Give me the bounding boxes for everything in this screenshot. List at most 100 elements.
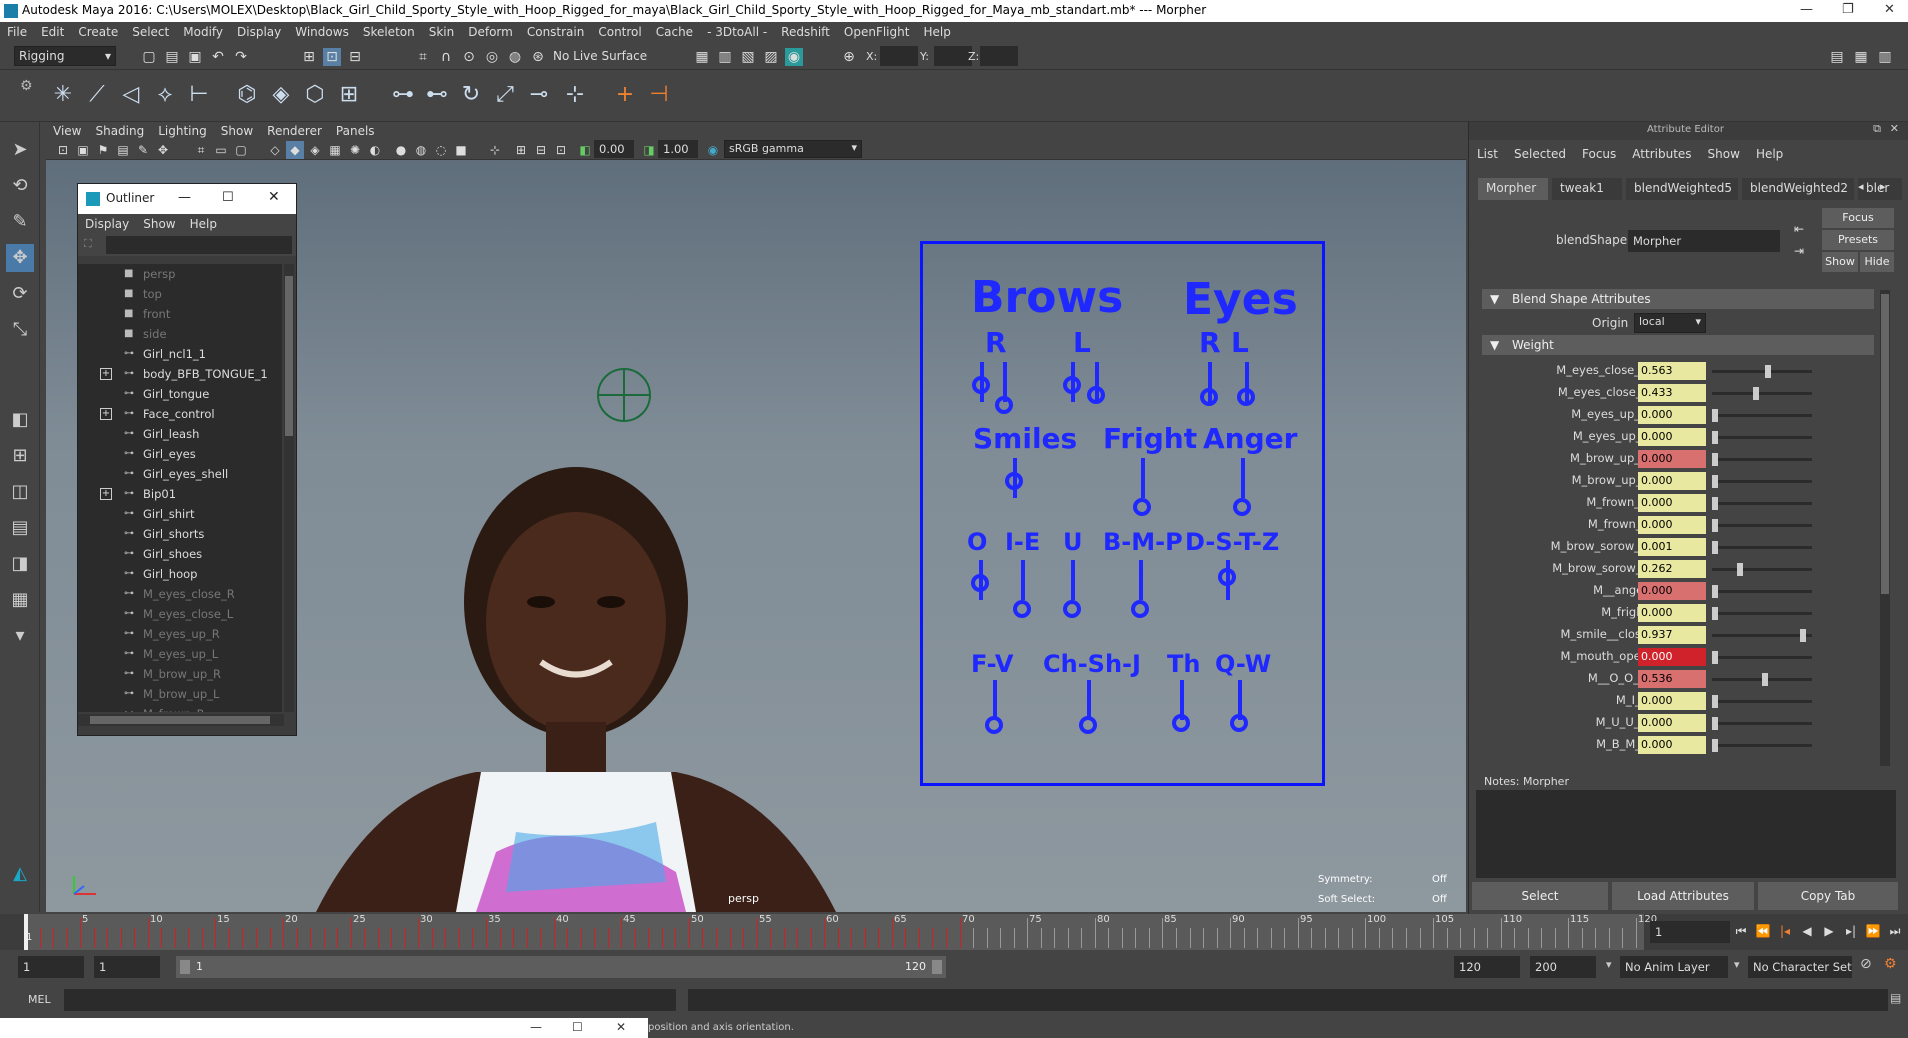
tab-blendweighted2[interactable]: blendWeighted2 bbox=[1742, 178, 1854, 200]
outliner-item[interactable]: ⊶ Girl_shirt bbox=[78, 504, 282, 524]
antialias-icon[interactable]: ◌ bbox=[432, 141, 450, 159]
weight-field[interactable]: 0.001 bbox=[1638, 538, 1706, 556]
outliner-item[interactable]: ■ front bbox=[78, 304, 282, 324]
z-field[interactable] bbox=[980, 46, 1018, 66]
d-s-t-z-knob[interactable] bbox=[1218, 568, 1236, 586]
brow-l-knob-b[interactable] bbox=[1087, 386, 1105, 404]
weight-slider-thumb[interactable] bbox=[1712, 519, 1718, 532]
xray-active-icon[interactable]: ⊟ bbox=[532, 141, 550, 159]
range-start-handle[interactable] bbox=[180, 960, 190, 974]
play-forward-icon[interactable]: ▶ bbox=[1820, 922, 1838, 940]
o-knob[interactable] bbox=[971, 574, 989, 592]
fright-knob[interactable] bbox=[1133, 498, 1151, 516]
outliner-item[interactable]: ⊶ M_eyes_up_L bbox=[78, 644, 282, 664]
maya-help-icon[interactable]: ◭ bbox=[6, 860, 34, 888]
menu-item[interactable]: Skin bbox=[422, 22, 462, 39]
playback-end-field[interactable]: 120 bbox=[1454, 956, 1520, 978]
attribute-editor-toggle-icon[interactable]: ▦ bbox=[1852, 48, 1870, 66]
outliner-minimize-icon[interactable]: — bbox=[178, 190, 191, 205]
strip-close-icon[interactable]: ✕ bbox=[616, 1020, 626, 1034]
layout-more-icon[interactable]: ▾ bbox=[6, 622, 34, 650]
weight-field[interactable]: 0.000 bbox=[1638, 648, 1706, 666]
weight-slider-thumb[interactable] bbox=[1712, 475, 1718, 488]
attribute-editor-menu-item[interactable]: Attributes bbox=[1624, 144, 1699, 164]
i-e-knob[interactable] bbox=[1013, 600, 1031, 618]
weight-slider[interactable] bbox=[1712, 458, 1812, 461]
outliner-layout-icon[interactable]: ▦ bbox=[6, 586, 34, 614]
weight-slider[interactable] bbox=[1712, 370, 1812, 373]
undo-icon[interactable]: ↶ bbox=[209, 48, 227, 66]
grease-pencil-icon[interactable]: ✎ bbox=[134, 141, 152, 159]
attribute-editor-menu-item[interactable]: Show bbox=[1700, 144, 1748, 164]
anger-knob[interactable] bbox=[1233, 498, 1251, 516]
head-control-icon[interactable] bbox=[594, 367, 654, 427]
outliner-menu-item[interactable]: Show bbox=[136, 214, 182, 234]
ambient-occlusion-icon[interactable]: ● bbox=[392, 141, 410, 159]
range-slider-bar[interactable]: 1 120 bbox=[176, 956, 946, 978]
animation-prefs-icon[interactable]: ⚙ bbox=[1884, 956, 1897, 972]
snap-point-icon[interactable]: ⊙ bbox=[460, 48, 478, 66]
focus-button[interactable]: Focus bbox=[1822, 208, 1894, 228]
tab-tweak1[interactable]: tweak1 bbox=[1552, 178, 1622, 200]
outliner-item[interactable]: ⊶ M_brow_up_R bbox=[78, 664, 282, 684]
menu-item[interactable]: Cache bbox=[649, 22, 700, 39]
origin-dropdown[interactable]: local ▾ bbox=[1634, 313, 1706, 333]
weight-slider-thumb[interactable] bbox=[1712, 717, 1718, 730]
expand-icon[interactable]: + bbox=[100, 408, 112, 420]
menu-item[interactable]: Display bbox=[230, 22, 288, 39]
outliner-item[interactable]: ⊶ M_eyes_up_R bbox=[78, 624, 282, 644]
xray-joints-icon[interactable]: ⊞ bbox=[512, 141, 530, 159]
lights-icon[interactable]: ✺ bbox=[346, 141, 364, 159]
weight-slider-thumb[interactable] bbox=[1765, 365, 1771, 378]
outliner-item[interactable]: ⊶ Girl_hoop bbox=[78, 564, 282, 584]
tab-scroll-right-icon[interactable]: ▸ bbox=[1880, 180, 1886, 193]
outliner-menu-item[interactable]: Help bbox=[183, 214, 224, 234]
outliner-item[interactable]: ⊶ M_brow_up_L bbox=[78, 684, 282, 704]
bookmark-icon[interactable]: ⚑ bbox=[94, 141, 112, 159]
goto-end-icon[interactable]: ⏭ bbox=[1886, 922, 1904, 940]
parent-constraint-icon[interactable]: ⊸ bbox=[522, 78, 556, 112]
weight-field[interactable]: 0.000 bbox=[1638, 406, 1706, 424]
smiles-knob[interactable] bbox=[1005, 472, 1023, 490]
open-scene-icon[interactable]: ▤ bbox=[163, 48, 181, 66]
camera-select-icon[interactable]: ⊡ bbox=[54, 141, 72, 159]
play-backward-icon[interactable]: ◀ bbox=[1798, 922, 1816, 940]
color-management-icon[interactable]: ◉ bbox=[704, 141, 722, 159]
attribute-editor-menu-item[interactable]: Selected bbox=[1506, 144, 1574, 164]
select-object-icon[interactable]: ⊡ bbox=[323, 48, 341, 66]
attribute-editor-vscroll-thumb[interactable] bbox=[1881, 294, 1889, 594]
close-panel-icon[interactable]: ✕ bbox=[1890, 122, 1899, 135]
blend-shape-attributes-section[interactable]: ▼ Blend Shape Attributes bbox=[1482, 289, 1874, 309]
strip-maximize-icon[interactable]: ☐ bbox=[572, 1020, 583, 1034]
range-end-handle[interactable] bbox=[932, 960, 942, 974]
outliner-item[interactable]: ⊶ Girl_tongue bbox=[78, 384, 282, 404]
animation-end-field[interactable]: 200 bbox=[1530, 956, 1596, 978]
goto-input-icon[interactable]: ⇤ bbox=[1794, 222, 1804, 236]
outliner-item[interactable]: ⊶ M_eyes_close_L bbox=[78, 604, 282, 624]
weight-slider[interactable] bbox=[1712, 436, 1812, 439]
menu-item[interactable]: Windows bbox=[288, 22, 356, 39]
weight-slider[interactable] bbox=[1712, 700, 1812, 703]
weight-slider-thumb[interactable] bbox=[1712, 695, 1718, 708]
step-forward-frame-icon[interactable]: ▸| bbox=[1842, 922, 1860, 940]
minimize-icon[interactable]: — bbox=[1800, 2, 1813, 17]
weight-slider-thumb[interactable] bbox=[1712, 453, 1718, 466]
timeline-track[interactable]: 5 10 15 20 25 30 35 40 45 50 55 60 65 70 75 80 85 90 95 100… bbox=[24, 914, 1657, 950]
scale-constraint-icon[interactable]: ⤢ bbox=[488, 78, 522, 112]
film-gate-icon[interactable]: ▭ bbox=[212, 141, 230, 159]
restore-icon[interactable]: ❐ bbox=[1842, 2, 1854, 17]
outliner-vscroll-thumb[interactable] bbox=[285, 276, 293, 436]
viewport-menu-item[interactable]: Show bbox=[214, 122, 260, 140]
locator-icon[interactable]: + bbox=[608, 78, 642, 112]
weight-slider[interactable] bbox=[1712, 612, 1812, 615]
expand-icon[interactable]: + bbox=[100, 488, 112, 500]
ch-sh-j-knob[interactable] bbox=[1079, 716, 1097, 734]
snap-grid-icon[interactable]: ⌗ bbox=[414, 48, 432, 66]
scale-tool-icon[interactable]: ⤡ bbox=[6, 316, 34, 344]
weight-slider[interactable] bbox=[1712, 568, 1812, 571]
shadows-icon[interactable]: ◐ bbox=[366, 141, 384, 159]
copy-tab-button[interactable]: Copy Tab bbox=[1758, 882, 1898, 910]
weight-slider[interactable] bbox=[1712, 392, 1812, 395]
image-plane-icon[interactable]: ▤ bbox=[114, 141, 132, 159]
new-scene-icon[interactable]: ▢ bbox=[140, 48, 158, 66]
